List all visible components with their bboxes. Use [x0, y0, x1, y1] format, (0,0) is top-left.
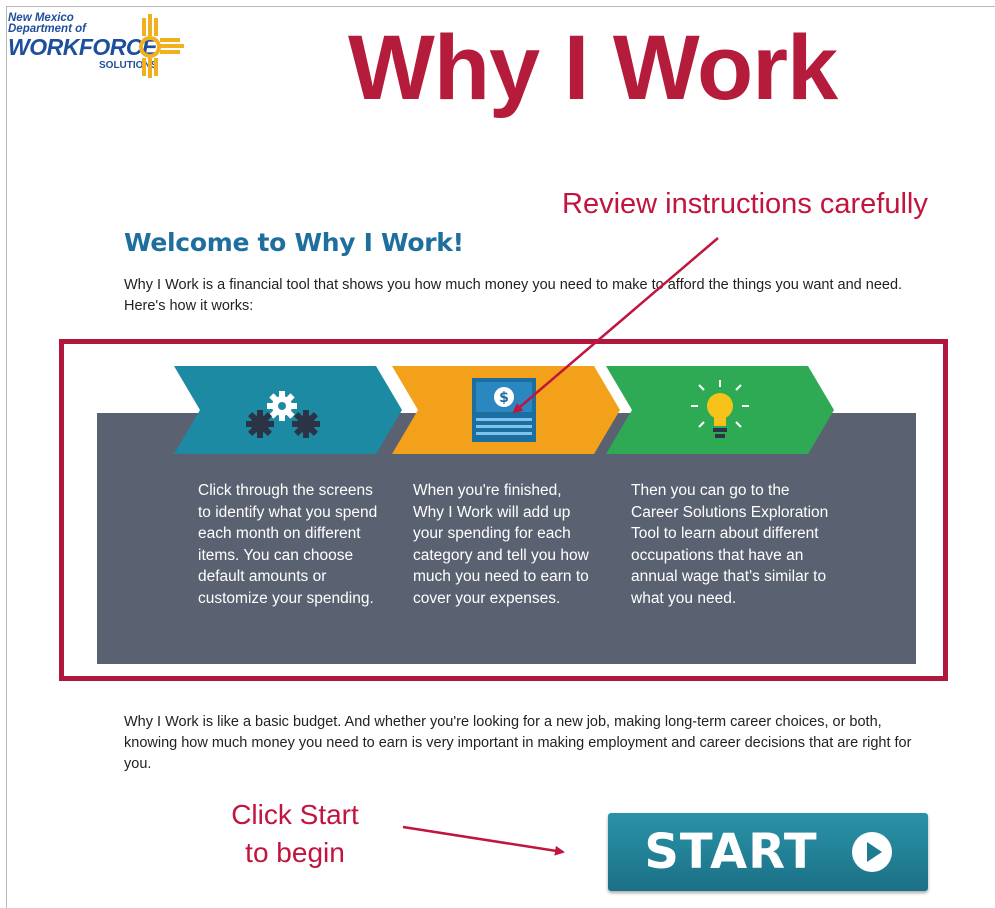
click-start-annotation: Click Start to begin — [210, 796, 380, 872]
start-button-label: START — [644, 824, 818, 880]
welcome-heading: Welcome to Why I Work! — [124, 228, 464, 257]
nm-workforce-logo: New Mexico Department of WORKFORCE SOLUT… — [8, 12, 198, 82]
play-circle-icon — [851, 832, 892, 872]
review-instructions-annotation: Review instructions carefully — [562, 188, 928, 220]
page-title: Why I Work — [348, 17, 838, 119]
click-start-line-1: Click Start — [231, 799, 359, 830]
start-button[interactable]: START — [608, 813, 928, 891]
zia-sun-icon — [139, 14, 184, 78]
instructions-highlight-box — [59, 339, 948, 681]
intro-text: Why I Work is a financial tool that show… — [124, 277, 903, 314]
budget-paragraph: Why I Work is like a basic budget. And w… — [124, 714, 912, 772]
click-start-line-2: to begin — [245, 837, 345, 868]
